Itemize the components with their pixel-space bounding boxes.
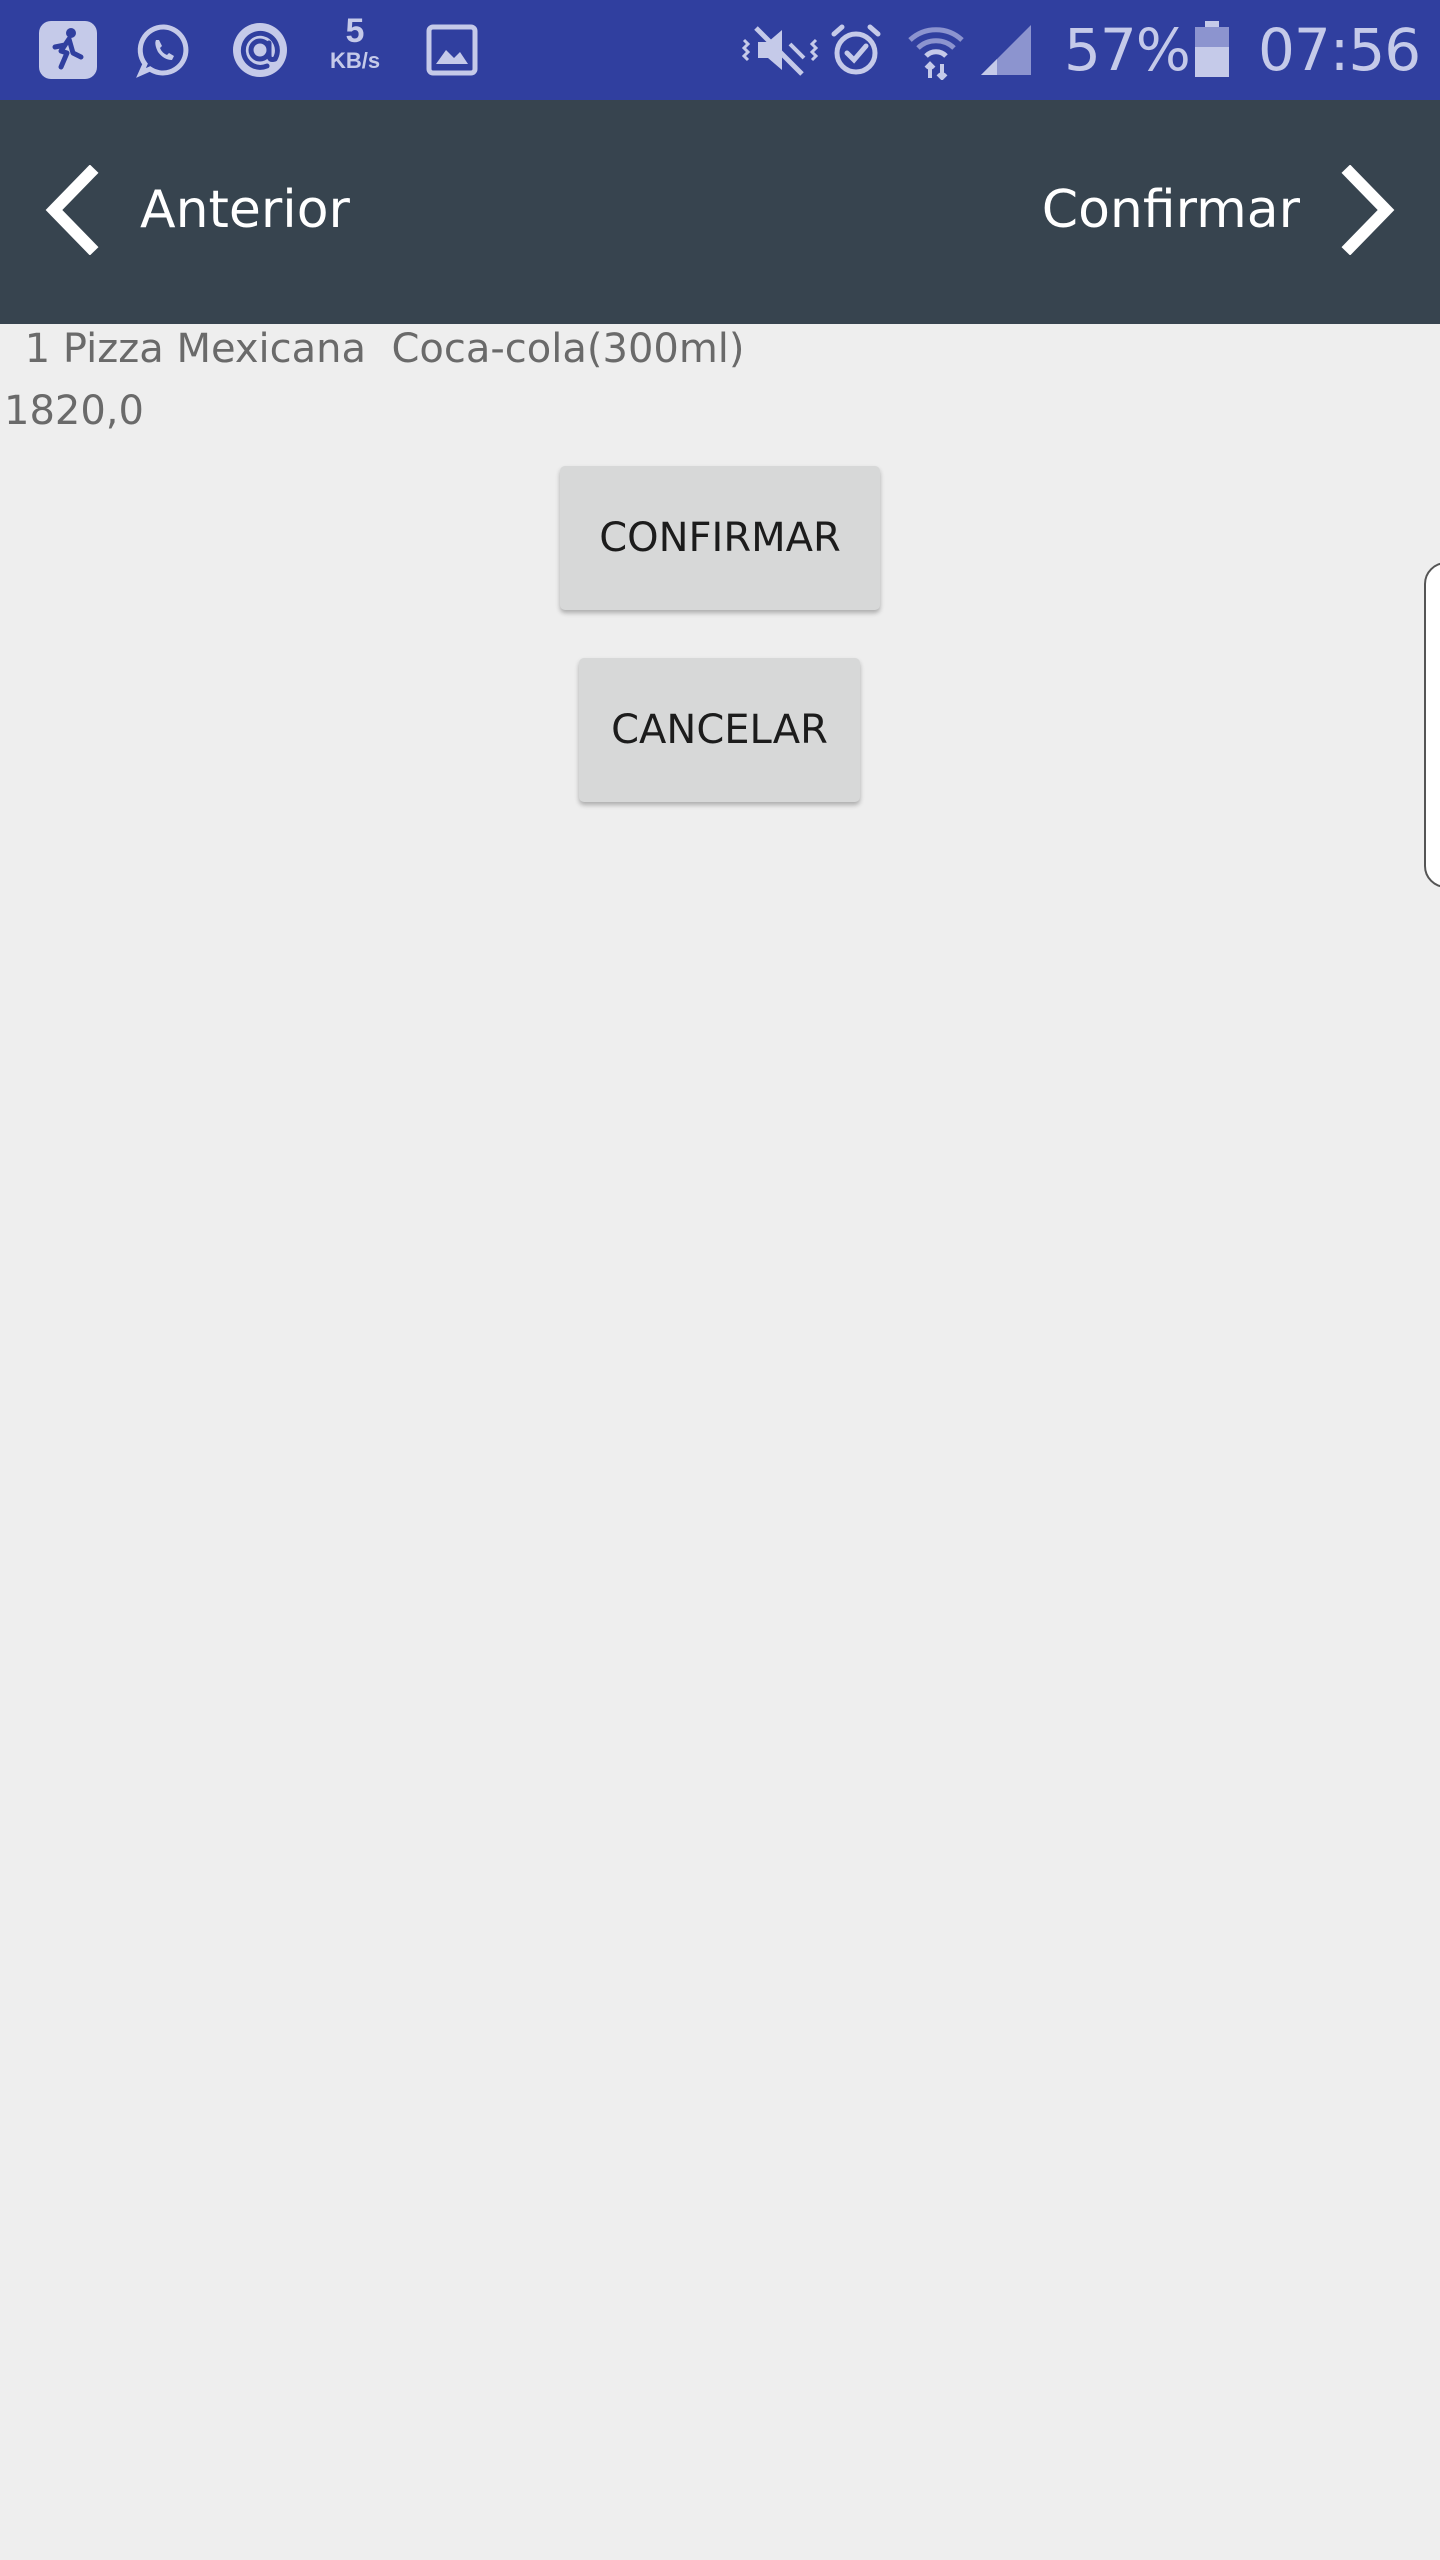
next-confirm-button[interactable]: Confirmar — [980, 150, 1400, 270]
confirm-button[interactable]: CONFIRMAR — [560, 466, 880, 610]
status-bar: 5 KB/s 57% 07:56 — [0, 0, 1440, 100]
edge-panel-handle[interactable] — [1424, 562, 1440, 888]
network-speed: 5 KB/s — [322, 14, 388, 72]
previous-label: Anterior — [140, 180, 350, 240]
nav-bar: Anterior Confirmar — [0, 100, 1440, 324]
chevron-left-icon — [45, 165, 99, 255]
at-sign-icon — [230, 20, 290, 80]
chevron-right-icon — [1341, 165, 1395, 255]
mute-icon — [740, 20, 820, 80]
battery-icon — [1192, 20, 1232, 80]
whatsapp-icon — [134, 20, 194, 80]
next-label: Confirmar — [1041, 180, 1300, 240]
signal-icon — [976, 20, 1036, 80]
runner-icon — [38, 20, 98, 80]
order-items-text: 1 Pizza Mexicana Coca-cola(300ml) — [12, 326, 745, 372]
alarm-icon — [826, 20, 886, 80]
wifi-icon — [906, 20, 966, 80]
network-speed-unit: KB/s — [329, 48, 381, 73]
battery-percent: 57% — [1064, 16, 1191, 84]
cancel-button[interactable]: CANCELAR — [579, 658, 860, 802]
image-icon — [422, 20, 482, 80]
previous-button[interactable]: Anterior — [40, 150, 400, 270]
order-total: 1820,0 — [4, 388, 144, 434]
status-clock: 07:56 — [1258, 16, 1421, 84]
network-speed-value: 5 — [345, 12, 365, 50]
